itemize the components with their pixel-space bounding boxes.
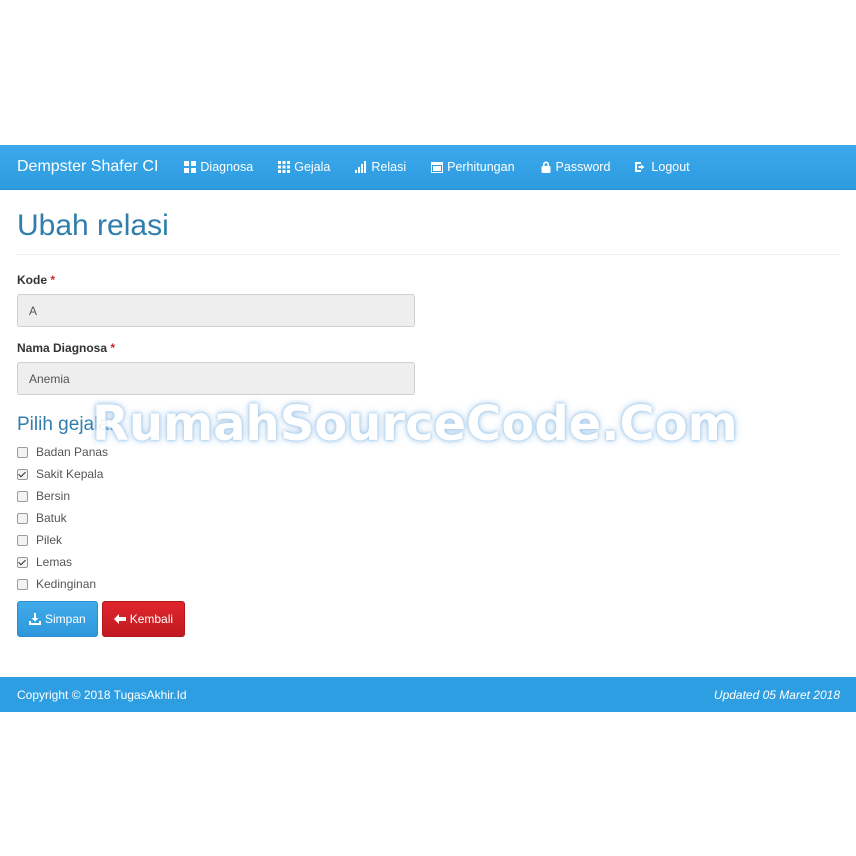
lock-icon [541, 161, 551, 173]
gejala-item-lemas: Lemas [17, 551, 839, 573]
footer-updated: Updated 05 Maret 2018 [713, 687, 840, 702]
nav-item-label: Gejala [294, 160, 331, 174]
checkbox[interactable] [17, 556, 28, 568]
required-mark: * [110, 341, 116, 355]
nav-item-label: Logout [651, 160, 690, 174]
main-content: Ubah relasi Kode * Nama Diagnosa * Pilih… [17, 190, 839, 637]
checkbox[interactable] [17, 468, 28, 480]
footer-copyright: Copyright © 2018 TugasAkhir.Id [17, 687, 187, 702]
gejala-label: Lemas [36, 555, 73, 569]
required-mark: * [50, 273, 56, 287]
page-title: Ubah relasi [17, 208, 839, 255]
gejala-checkbox-list: Badan Panas Sakit Kepala Bersin Batuk Pi… [17, 441, 839, 595]
gejala-label: Batuk [36, 511, 67, 525]
pilih-gejala-title: Pilih gejala: [17, 414, 115, 435]
navbar: Dempster Shafer CI Diagnosa Gejala Relas… [0, 145, 856, 190]
calendar-icon [431, 162, 444, 173]
gejala-label: Bersin [36, 489, 71, 503]
checkbox[interactable] [17, 490, 28, 502]
gejala-item-badan-panas: Badan Panas [17, 441, 839, 463]
nav-item-password[interactable]: Password [540, 160, 611, 174]
kode-group: Kode * [17, 273, 839, 327]
nav-item-label: Diagnosa [200, 160, 254, 174]
kembali-button[interactable]: Kembali [101, 601, 186, 637]
nama-diagnosa-label: Nama Diagnosa * [17, 341, 116, 355]
gejala-item-pilek: Pilek [17, 529, 839, 551]
footer: Copyright © 2018 TugasAkhir.Id Updated 0… [0, 677, 856, 712]
gejala-label: Pilek [36, 533, 63, 547]
page: Dempster Shafer CI Diagnosa Gejala Relas… [0, 0, 856, 856]
nav-item-logout[interactable]: Logout [635, 160, 690, 174]
nama-diagnosa-input[interactable] [17, 362, 415, 395]
checkbox[interactable] [17, 512, 28, 524]
kembali-label: Kembali [129, 612, 174, 626]
checkbox[interactable] [17, 534, 28, 546]
nav-item-label: Password [555, 160, 611, 174]
kode-input[interactable] [17, 294, 415, 327]
nav-item-label: Relasi [371, 160, 407, 174]
gejala-label: Badan Panas [36, 445, 109, 459]
simpan-button[interactable]: Simpan [17, 601, 98, 637]
nav-item-perhitungan[interactable]: Perhitungan [431, 160, 515, 174]
arrow-left-icon [113, 614, 126, 624]
navbar-brand[interactable]: Dempster Shafer CI [17, 158, 158, 176]
nav-item-relasi[interactable]: Relasi [355, 160, 406, 174]
gejala-item-batuk: Batuk [17, 507, 839, 529]
th-large-icon [184, 161, 197, 173]
form-buttons: Simpan Kembali [17, 601, 839, 637]
simpan-label: Simpan [45, 612, 86, 626]
signal-icon [355, 161, 367, 173]
logout-icon [635, 162, 645, 172]
kode-label: Kode * [17, 273, 56, 287]
gejala-item-sakit-kepala: Sakit Kepala [17, 463, 839, 485]
download-icon [29, 613, 41, 625]
checkbox[interactable] [17, 446, 28, 458]
checkbox[interactable] [17, 578, 28, 590]
nav-item-gejala[interactable]: Gejala [278, 160, 330, 174]
nav-item-diagnosa[interactable]: Diagnosa [184, 160, 253, 174]
th-icon [278, 161, 291, 173]
gejala-item-bersin: Bersin [17, 485, 839, 507]
gejala-label: Sakit Kepala [36, 467, 104, 481]
gejala-item-kedinginan: Kedinginan [17, 573, 839, 595]
nama-diagnosa-group: Nama Diagnosa * [17, 341, 839, 395]
gejala-label: Kedinginan [36, 577, 97, 591]
nav-item-label: Perhitungan [447, 160, 515, 174]
